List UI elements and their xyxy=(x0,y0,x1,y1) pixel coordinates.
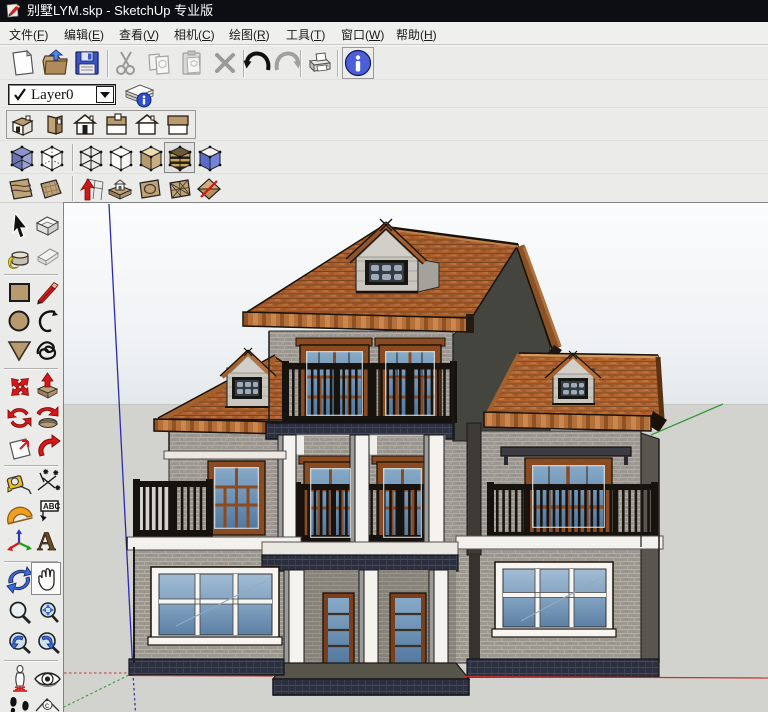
svg-text:⁕: ⁕ xyxy=(54,483,61,493)
svg-text:⁕: ⁕ xyxy=(52,468,60,478)
svg-text:ABC: ABC xyxy=(43,502,61,511)
svg-text:A: A xyxy=(37,527,56,556)
svg-text:⁕: ⁕ xyxy=(42,468,50,477)
svg-text:c: c xyxy=(45,701,49,710)
